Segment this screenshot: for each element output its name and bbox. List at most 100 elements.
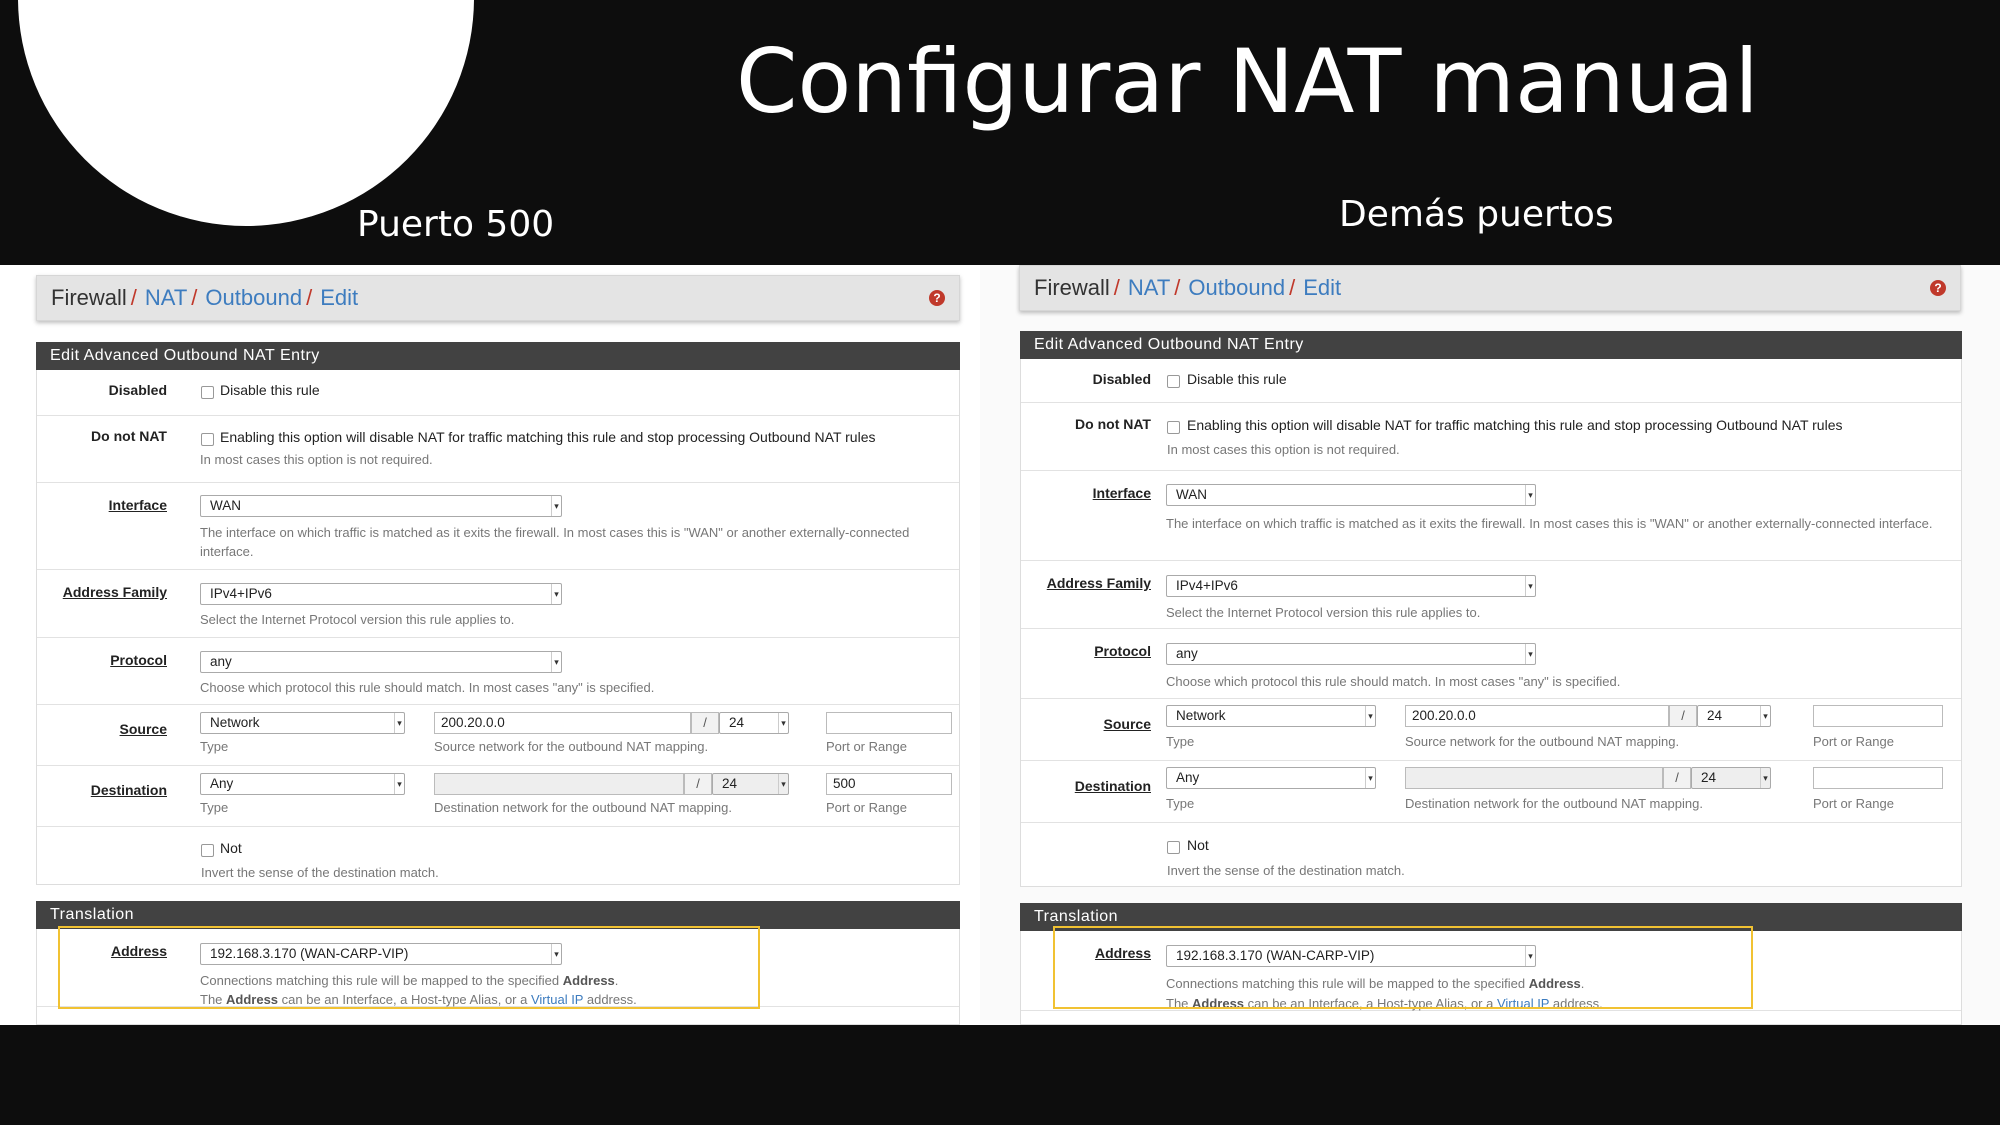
row-do-not-nat: Do not NAT Enabling this option will dis… xyxy=(1021,403,1961,471)
source-network-help: Source network for the outbound NAT mapp… xyxy=(434,739,709,754)
source-port-input[interactable] xyxy=(826,712,952,734)
disable-rule-text: Disable this rule xyxy=(220,382,320,398)
chevron-down-icon: ▾ xyxy=(1760,768,1770,788)
chevron-down-icon: ▾ xyxy=(1365,706,1375,726)
destination-type-select[interactable]: Any ▾ xyxy=(200,773,405,795)
section-header-edit: Edit Advanced Outbound NAT Entry xyxy=(36,342,960,370)
row-protocol: Protocol any ▾ Choose which protocol this… xyxy=(37,638,959,705)
source-mask-select[interactable]: 24 ▾ xyxy=(719,712,789,734)
breadcrumb-edit[interactable]: Edit xyxy=(320,285,358,311)
destination-network-input[interactable] xyxy=(1405,767,1663,789)
address-family-select[interactable]: IPv4+IPv6 ▾ xyxy=(200,583,562,605)
interface-help: The interface on which traffic is matche… xyxy=(200,525,910,559)
highlight-box xyxy=(1053,926,1753,1009)
section-header-translation: Translation xyxy=(36,901,960,929)
chevron-down-icon: ▾ xyxy=(1760,706,1770,726)
do-not-nat-checkbox[interactable] xyxy=(201,433,214,446)
protocol-select[interactable]: any ▾ xyxy=(1166,643,1536,665)
source-mask-separator: / xyxy=(691,712,719,734)
label-destination: Destination xyxy=(90,782,167,798)
row-not: Not Invert the sense of the destination … xyxy=(1021,823,1961,887)
destination-mask-separator: / xyxy=(684,773,712,795)
destination-type-label: Type xyxy=(1166,796,1195,811)
chevron-down-icon: ▾ xyxy=(551,496,561,516)
destination-network-help: Destination network for the outbound NAT… xyxy=(434,800,732,815)
not-checkbox[interactable] xyxy=(201,844,214,857)
breadcrumb-outbound[interactable]: Outbound xyxy=(1188,275,1285,301)
destination-port-input[interactable]: 500 xyxy=(826,773,952,795)
row-disabled: Disabled Disable this rule xyxy=(37,370,959,416)
chevron-down-icon: ▾ xyxy=(394,774,404,794)
do-not-nat-help: In most cases this option is not require… xyxy=(200,452,433,467)
protocol-help: Choose which protocol this rule should m… xyxy=(200,680,655,695)
not-text: Not xyxy=(220,840,242,856)
chevron-down-icon: ▾ xyxy=(1365,768,1375,788)
row-source: Source Network ▾ Type 200.20.0.0 / 24 ▾ So… xyxy=(37,705,959,766)
row-interface: Interface WAN ▾ The interface on which tr… xyxy=(1021,471,1961,561)
source-port-input[interactable] xyxy=(1813,705,1943,727)
help-icon[interactable]: ? xyxy=(929,290,945,306)
screenshot-left: Firewall / NAT / Outbound / Edit ? Edit Adv… xyxy=(0,265,980,1025)
protocol-help: Choose which protocol this rule should m… xyxy=(1166,674,1621,689)
row-source: Source Network ▾ Type 200.20.0.0 / 24 ▾ So… xyxy=(1021,699,1961,761)
destination-port-input[interactable] xyxy=(1813,767,1943,789)
row-protocol: Protocol any ▾ Choose which protocol this… xyxy=(1021,629,1961,699)
destination-port-label: Port or Range xyxy=(826,800,907,815)
label-interface: Interface xyxy=(1092,485,1151,501)
interface-select[interactable]: WAN ▾ xyxy=(1166,484,1536,506)
highlight-box xyxy=(58,926,760,1009)
label-address-family: Address Family xyxy=(62,584,167,600)
source-type-select[interactable]: Network ▾ xyxy=(200,712,405,734)
destination-mask-select[interactable]: 24 ▾ xyxy=(712,773,789,795)
row-address-family: Address Family IPv4+IPv6 ▾ Select the Int… xyxy=(1021,561,1961,629)
edit-panel: Disabled Disable this rule Do not NAT En… xyxy=(36,370,960,885)
destination-mask-select[interactable]: 24 ▾ xyxy=(1691,767,1771,789)
destination-type-select[interactable]: Any ▾ xyxy=(1166,767,1376,789)
destination-network-help: Destination network for the outbound NAT… xyxy=(1405,796,1703,811)
destination-network-input[interactable] xyxy=(434,773,684,795)
do-not-nat-help: In most cases this option is not require… xyxy=(1167,442,1400,457)
address-family-help: Select the Internet Protocol version thi… xyxy=(1166,605,1481,620)
breadcrumb-firewall: Firewall xyxy=(1034,275,1110,300)
source-network-input[interactable]: 200.20.0.0 xyxy=(1405,705,1669,727)
disable-rule-checkbox[interactable] xyxy=(201,386,214,399)
destination-type-label: Type xyxy=(200,800,229,815)
label-protocol: Protocol xyxy=(1094,643,1151,659)
do-not-nat-text: Enabling this option will disable NAT fo… xyxy=(1187,417,1843,433)
disable-rule-text: Disable this rule xyxy=(1187,371,1287,387)
source-type-label: Type xyxy=(1166,734,1195,749)
screenshot-right: Firewall / NAT / Outbound / Edit ? Edit Adv… xyxy=(980,265,2000,1025)
address-family-select[interactable]: IPv4+IPv6 ▾ xyxy=(1166,575,1536,597)
source-mask-select[interactable]: 24 ▾ xyxy=(1697,705,1771,727)
label-source: Source xyxy=(119,721,167,737)
source-type-select[interactable]: Network ▾ xyxy=(1166,705,1376,727)
do-not-nat-text: Enabling this option will disable NAT fo… xyxy=(220,429,876,445)
breadcrumb-edit[interactable]: Edit xyxy=(1303,275,1341,301)
help-icon[interactable]: ? xyxy=(1930,280,1946,296)
do-not-nat-checkbox[interactable] xyxy=(1167,421,1180,434)
row-not: Not Invert the sense of the destination … xyxy=(37,827,959,885)
source-type-label: Type xyxy=(200,739,229,754)
protocol-select[interactable]: any ▾ xyxy=(200,651,562,673)
row-address-family: Address Family IPv4+IPv6 ▾ Select the Int… xyxy=(37,570,959,638)
row-destination: Destination Any ▾ Type / 24 ▾ Destination … xyxy=(1021,761,1961,823)
label-address-family: Address Family xyxy=(1046,575,1151,591)
disable-rule-checkbox[interactable] xyxy=(1167,375,1180,388)
row-do-not-nat: Do not NAT Enabling this option will dis… xyxy=(37,416,959,483)
not-checkbox[interactable] xyxy=(1167,841,1180,854)
label-protocol: Protocol xyxy=(110,652,167,668)
breadcrumb-firewall: Firewall xyxy=(51,285,127,310)
label-interface: Interface xyxy=(108,497,167,513)
breadcrumb-outbound[interactable]: Outbound xyxy=(205,285,302,311)
address-family-help: Select the Internet Protocol version thi… xyxy=(200,612,515,627)
breadcrumb-nat[interactable]: NAT xyxy=(145,285,187,311)
interface-select[interactable]: WAN ▾ xyxy=(200,495,562,517)
breadcrumb-nat[interactable]: NAT xyxy=(1128,275,1170,301)
source-port-label: Port or Range xyxy=(826,739,907,754)
slide-title: Configurar NAT manual xyxy=(736,30,1759,133)
source-network-input[interactable]: 200.20.0.0 xyxy=(434,712,691,734)
row-destination: Destination Any ▾ Type / 24 ▾ Destination … xyxy=(37,766,959,827)
label-source: Source xyxy=(1103,716,1151,732)
destination-port-label: Port or Range xyxy=(1813,796,1894,811)
label-do-not-nat: Do not NAT xyxy=(1075,416,1151,432)
